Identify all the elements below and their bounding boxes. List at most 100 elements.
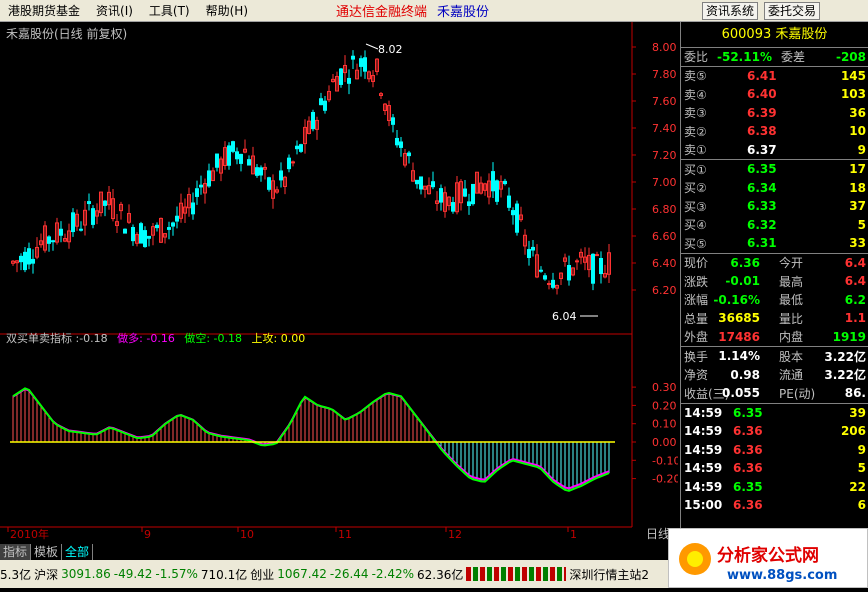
candle-body bbox=[247, 159, 251, 166]
candle-body bbox=[23, 251, 27, 271]
ask-volume: 9 bbox=[857, 142, 866, 157]
zuokong-line bbox=[12, 387, 610, 492]
candle-body bbox=[543, 275, 547, 280]
ask-row: 卖⑤ 6.41 145 bbox=[681, 67, 868, 86]
candle-body bbox=[415, 179, 419, 185]
ask-label: 卖① bbox=[684, 143, 707, 158]
price-tick-label: 6.20 bbox=[652, 284, 677, 297]
app-brand: 通达信金融终端 bbox=[336, 5, 428, 20]
bid-label: 买① bbox=[684, 162, 707, 177]
quote-code-name: 600093 禾嘉股份 bbox=[681, 22, 868, 48]
candle-body bbox=[47, 236, 51, 244]
watermark-logo: 分析家公式网 www.88gs.com bbox=[668, 528, 868, 588]
candle-body bbox=[207, 170, 211, 187]
tick-price: 6.36 bbox=[733, 442, 763, 457]
candle-body bbox=[531, 246, 535, 251]
candle-body bbox=[103, 200, 107, 206]
tick-time: 14:59 bbox=[684, 442, 723, 457]
status-cy-change: -26.44 bbox=[329, 567, 369, 581]
status-bars-icon bbox=[466, 567, 567, 581]
menu-item-help[interactable]: 帮助(H) bbox=[198, 2, 256, 19]
stat-label: 现价 bbox=[684, 256, 709, 271]
candle-body bbox=[439, 188, 443, 203]
quote-panel: 600093 禾嘉股份 委比 -52.11% 委差 -208 卖⑤ 6.41 145… bbox=[680, 22, 868, 544]
chart-area[interactable]: 8.00 7.80 7.60 7.40 7.20 7.00 6.80 6.60 6.40 6.20… bbox=[0, 22, 680, 544]
tick-time: 14:59 bbox=[684, 479, 723, 494]
ask-label: 卖⑤ bbox=[684, 69, 707, 84]
tick-row: 15:00 6.36 6 bbox=[681, 496, 868, 515]
stat-value: 6.2 bbox=[844, 292, 866, 307]
candle-body bbox=[79, 228, 83, 231]
ask-price: 6.39 bbox=[747, 105, 777, 120]
candle-body bbox=[19, 255, 23, 263]
ask-row: 卖④ 6.40 103 bbox=[681, 85, 868, 104]
candle-body bbox=[295, 145, 299, 150]
candle-body bbox=[299, 144, 303, 152]
candle-body bbox=[267, 177, 271, 190]
x-tick-label: 12 bbox=[448, 528, 462, 541]
tick-time: 15:00 bbox=[684, 498, 723, 513]
stat-label: 今开 bbox=[779, 256, 804, 271]
ask-row: 卖① 6.37 9 bbox=[681, 141, 868, 160]
candle-body bbox=[339, 68, 343, 85]
kline-chart[interactable]: 8.00 7.80 7.60 7.40 7.20 7.00 6.80 6.60 6.40 6.20… bbox=[0, 22, 680, 544]
candle-body bbox=[471, 183, 475, 205]
candle-body bbox=[351, 55, 355, 60]
candle-body bbox=[235, 151, 239, 160]
stat-value: -0.16% bbox=[713, 292, 760, 307]
candle-body bbox=[215, 153, 219, 168]
weicha-value: -208 bbox=[835, 49, 866, 64]
tab-all[interactable]: 全部 bbox=[62, 544, 94, 560]
candle-body bbox=[359, 58, 363, 67]
menu-item-info[interactable]: 资讯(I) bbox=[88, 2, 141, 19]
candle-body bbox=[319, 98, 323, 106]
candle-body bbox=[59, 228, 63, 236]
menu-item-tools[interactable]: 工具(T) bbox=[141, 2, 198, 19]
stat-label: 涨跌 bbox=[684, 274, 709, 289]
tick-price: 6.36 bbox=[733, 424, 763, 439]
tick-row: 14:59 6.36 9 bbox=[681, 441, 868, 460]
indicator-zuokong: 做空: -0.18 bbox=[184, 332, 243, 345]
logo-title: 分析家公式网 bbox=[717, 545, 819, 566]
candle-body bbox=[27, 248, 31, 265]
candle-body bbox=[495, 180, 499, 202]
stat-row: 涨幅 -0.16% 最低 6.2 bbox=[681, 291, 868, 310]
weibi-value: -52.11% bbox=[717, 49, 772, 64]
candle-body bbox=[71, 212, 75, 233]
trade-button[interactable]: 委托交易 bbox=[764, 2, 821, 20]
stat-value: 17486 bbox=[718, 329, 760, 344]
tab-indicator[interactable]: 指标 bbox=[0, 544, 32, 560]
bid-price: 6.32 bbox=[747, 217, 777, 232]
stat-label: 内盘 bbox=[779, 330, 804, 345]
bid-row: 买⑤ 6.31 33 bbox=[681, 234, 868, 253]
fund-label: 股本 bbox=[779, 349, 804, 364]
tick-price: 6.35 bbox=[733, 405, 763, 420]
x-tick-label: 1 bbox=[570, 528, 577, 541]
price-tick-label: 7.40 bbox=[652, 122, 677, 135]
fund-value: 0.98 bbox=[730, 367, 760, 382]
candle-body bbox=[147, 235, 151, 239]
price-tick-label: 8.00 bbox=[652, 41, 677, 54]
status-cy-pct: -2.42% bbox=[371, 567, 415, 581]
info-system-button[interactable]: 资讯系统 bbox=[702, 2, 759, 20]
indicator-shanggong: 上攻: 0.00 bbox=[251, 332, 306, 345]
candle-body bbox=[511, 210, 515, 216]
candle-body bbox=[167, 227, 171, 230]
candle-body bbox=[87, 201, 91, 205]
bid-price: 6.35 bbox=[747, 162, 777, 177]
tick-row: 14:59 6.35 39 bbox=[681, 404, 868, 423]
fund-value: 3.22亿 bbox=[824, 368, 866, 383]
tick-volume: 39 bbox=[849, 405, 866, 420]
high-price-label: 8.02 bbox=[378, 43, 403, 56]
price-tick-label: 6.40 bbox=[652, 257, 677, 270]
stat-value: 6.4 bbox=[844, 255, 866, 270]
bid-volume: 37 bbox=[849, 199, 866, 214]
tab-template[interactable]: 模板 bbox=[31, 544, 63, 560]
stat-label: 涨幅 bbox=[684, 293, 709, 308]
tick-time: 14:59 bbox=[684, 461, 723, 476]
menu-bar: 港股期货基金 资讯(I) 工具(T) 帮助(H) 通达信金融终端 禾嘉股份 资讯… bbox=[0, 0, 868, 22]
ask-price: 6.41 bbox=[747, 68, 777, 83]
menu-item-hk-futures[interactable]: 港股期货基金 bbox=[0, 2, 88, 19]
indicator-value: :-0.18 bbox=[75, 332, 108, 345]
tick-volume: 206 bbox=[840, 424, 866, 439]
